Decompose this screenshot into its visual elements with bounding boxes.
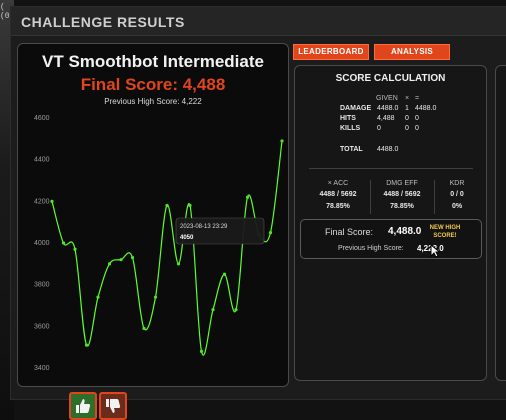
- total-label: TOTAL: [340, 146, 363, 153]
- row-damage-label: DAMAGE: [340, 105, 372, 112]
- y-tick-label: 4400: [34, 157, 50, 164]
- stat-dmg-eff-ratio: 4488 / 5692: [383, 191, 421, 198]
- data-point: [84, 343, 89, 347]
- row-hits-mult: 0: [405, 115, 409, 122]
- final-score-value: 4,488.0: [388, 226, 422, 237]
- thumbs-down-button[interactable]: [99, 392, 127, 420]
- data-point: [73, 247, 77, 251]
- y-tick-label: 3600: [34, 323, 50, 330]
- y-tick-label: 3800: [34, 282, 50, 289]
- col-equals: =: [415, 95, 420, 102]
- stat-dmg-eff-header: DMG EFF: [386, 180, 418, 187]
- y-tick-label: 4600: [34, 115, 50, 122]
- data-point: [50, 199, 54, 203]
- data-point: [268, 230, 273, 235]
- challenge-results-window: CHALLENGE RESULTS VT Smoothbot Intermedi…: [10, 6, 506, 400]
- row-kills-given: 0: [377, 125, 381, 132]
- data-point: [199, 349, 204, 353]
- row-hits-label: HITS: [340, 115, 356, 122]
- data-point: [234, 308, 238, 312]
- col-given: GIVEN: [376, 95, 398, 102]
- y-tick-label: 4000: [34, 240, 50, 247]
- thumbs-down-icon: [106, 399, 121, 413]
- tooltip-date: 2023-08-13 23:29: [180, 224, 228, 230]
- side-panel: [495, 65, 506, 381]
- tab-leaderboard[interactable]: LEADERBOARD: [293, 44, 369, 60]
- score-table: GIVEN × = DAMAGE 4488.0 1 4488.0 HITS 4,…: [295, 66, 486, 166]
- data-point: [96, 295, 100, 299]
- titlebar: CHALLENGE RESULTS: [11, 7, 506, 36]
- row-kills-mult: 0: [405, 125, 409, 132]
- stat-separator: [370, 180, 371, 214]
- data-point: [188, 203, 192, 208]
- data-point: [245, 195, 250, 199]
- window-title: CHALLENGE RESULTS: [21, 14, 185, 30]
- divider: [309, 168, 473, 169]
- series-line: [51, 140, 283, 356]
- y-tick-label: 3400: [34, 365, 50, 372]
- mouse-cursor-icon: [430, 244, 440, 258]
- row-damage-given: 4488.0: [377, 105, 399, 112]
- row-damage-mult: 1: [405, 105, 409, 112]
- thumbs-up-icon: [76, 399, 91, 413]
- thumbs-up-button[interactable]: [69, 392, 97, 420]
- previous-high-label: Previous High Score:: [338, 245, 404, 252]
- score-history-panel: VT Smoothbot Intermediate Final Score: 4…: [17, 43, 289, 387]
- row-hits-result: 0: [415, 115, 419, 122]
- stat-accuracy-ratio: 4488 / 5692: [319, 191, 357, 198]
- stat-kdr-percent: 0%: [451, 203, 463, 210]
- data-point: [280, 139, 284, 143]
- data-point: [119, 258, 123, 262]
- stat-accuracy: × ACC 4488 / 5692 78.85%: [309, 180, 367, 215]
- final-score-label: Final Score:: [325, 227, 374, 237]
- tooltip-value: 4050: [180, 235, 194, 241]
- stat-kdr-header: KDR: [449, 180, 465, 187]
- score-calculation-panel: SCORE CALCULATION GIVEN × = DAMAGE 4488.…: [294, 65, 487, 381]
- stat-damage-efficiency: DMG EFF 4488 / 5692 78.85%: [373, 180, 431, 215]
- total-value: 4488.0: [377, 146, 399, 153]
- row-kills-label: KILLS: [340, 125, 361, 132]
- stat-accuracy-header: × ACC: [327, 180, 349, 187]
- row-damage-result: 4488.0: [415, 105, 437, 112]
- stat-kdr-ratio: 0 / 0: [450, 191, 464, 198]
- final-score-box: Final Score: 4,488.0 NEW HIGH SCORE! Pre…: [300, 219, 482, 259]
- stat-dmg-eff-percent: 78.85%: [390, 203, 414, 210]
- score-history-chart[interactable]: 4600 4400 4200 4000 3800 3600 3400 2023-08-13 2…: [18, 44, 288, 386]
- background-text: ( (0: [0, 3, 10, 21]
- stat-accuracy-percent: 78.85%: [326, 203, 350, 210]
- stat-separator: [434, 180, 435, 214]
- col-multiply: ×: [405, 95, 410, 102]
- data-point: [222, 272, 227, 276]
- data-point: [211, 308, 215, 312]
- y-tick-label: 4200: [34, 198, 50, 205]
- stat-kdr: KDR 0 / 0 0%: [437, 180, 477, 215]
- row-kills-result: 0: [415, 125, 419, 132]
- data-point: [153, 295, 158, 299]
- row-hits-given: 4,488: [377, 115, 395, 122]
- data-point: [61, 241, 66, 245]
- data-point: [142, 326, 146, 331]
- new-high-score-badge: NEW HIGH SCORE!: [429, 225, 461, 239]
- data-point: [107, 262, 112, 266]
- data-point: [165, 203, 169, 208]
- data-point: [176, 262, 181, 266]
- data-point: [130, 255, 135, 260]
- stats-row: × ACC 4488 / 5692 78.85% DMG EFF 4488 / …: [295, 180, 486, 216]
- tab-analysis[interactable]: ANALYSIS: [374, 44, 450, 60]
